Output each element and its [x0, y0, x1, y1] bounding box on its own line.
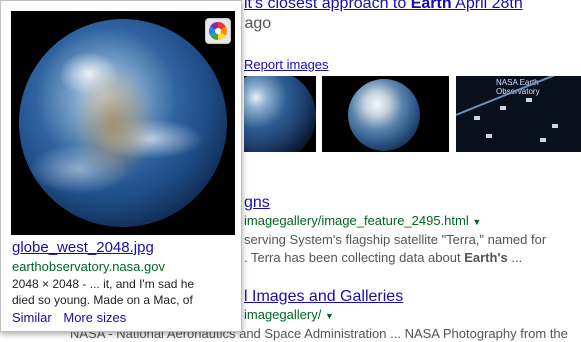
result-title-1[interactable]: gns	[244, 194, 270, 212]
image-filename-link[interactable]: globe_west_2048.jpg	[12, 239, 154, 256]
result-snippet-1: serving System's flagship satellite "Ter…	[244, 232, 547, 247]
dropdown-arrow-icon[interactable]: ▼	[325, 311, 334, 321]
picasa-icon[interactable]	[205, 18, 231, 44]
image-source-domain: earthobservatory.nasa.gov	[12, 259, 165, 274]
similar-link[interactable]: Similar	[12, 310, 52, 325]
result-url-1: imagegallery/image_feature_2495.html ▼	[244, 213, 482, 228]
image-description: 2048 × 2048 - ... it, and I'm sad he die…	[12, 276, 234, 308]
image-thumbnail-3[interactable]: NASA Earth Observatory	[456, 76, 581, 152]
satellite-icon	[500, 106, 506, 110]
card-actions: Similar More sizes	[12, 310, 134, 325]
image-description-line2: died so young. Made on a Mac, of	[12, 293, 193, 307]
earth-image-1	[244, 76, 316, 152]
report-images-link[interactable]: Report images	[244, 57, 329, 72]
image-thumbnail-2[interactable]	[322, 76, 449, 152]
image-preview-card: globe_west_2048.jpg earthobservatory.nas…	[0, 0, 242, 332]
image-description-line1: 2048 × 2048 - ... it, and I'm sad he	[12, 277, 195, 291]
image-thumbnail-1[interactable]	[244, 76, 316, 152]
result-snippet-1b: . Terra has been collecting data about E…	[244, 250, 523, 265]
satellite-icon	[474, 116, 480, 120]
satellite-icon	[552, 124, 558, 128]
preview-image[interactable]	[11, 11, 235, 235]
earth-globe-image	[19, 19, 227, 227]
satellite-icon	[486, 134, 492, 138]
satellite-icon	[540, 138, 546, 142]
satellite-icon	[526, 98, 532, 102]
more-sizes-link[interactable]: More sizes	[63, 310, 126, 325]
result-title-2[interactable]: l Images and Galleries	[244, 288, 403, 306]
result-url-2: imagegallery/ ▼	[244, 307, 334, 322]
dropdown-arrow-icon[interactable]: ▼	[472, 217, 481, 227]
result-title-top[interactable]: it's closest approach to Earth April 28t…	[244, 0, 523, 13]
earth-image-2	[348, 79, 420, 151]
